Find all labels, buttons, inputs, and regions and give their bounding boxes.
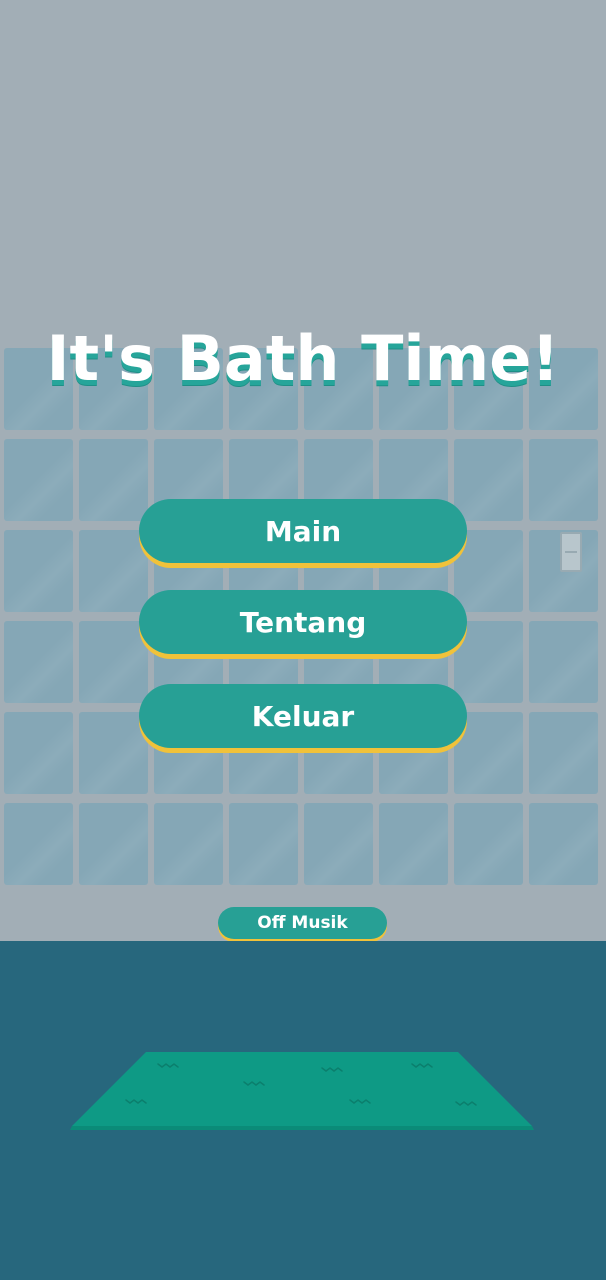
music-toggle-button[interactable]: Off Musik [218, 907, 387, 939]
wall-tile [4, 803, 73, 885]
wall-tile [154, 803, 223, 885]
wall-tile [4, 530, 73, 612]
wall-tile [454, 803, 523, 885]
wall-tile [4, 621, 73, 703]
game-title: It's Bath Time! [46, 322, 560, 395]
wall-tile [79, 439, 148, 521]
wall-tile [4, 439, 73, 521]
light-switch-icon [560, 532, 582, 572]
wall-tile [529, 803, 598, 885]
about-button[interactable]: Tentang [139, 590, 467, 654]
bathroom-scene: It's Bath Time! Main Tentang Keluar Off … [0, 0, 606, 1280]
wall-tile [79, 530, 148, 612]
exit-button[interactable]: Keluar [139, 684, 467, 748]
wall-tile [79, 621, 148, 703]
wall-tile [304, 803, 373, 885]
wall-tile [529, 712, 598, 794]
wall-tile [229, 803, 298, 885]
wall-tile [529, 621, 598, 703]
bath-rug-icon [70, 1052, 534, 1130]
wall-tile [529, 439, 598, 521]
wall-tile [79, 712, 148, 794]
wall-tile [79, 803, 148, 885]
wall-tile [379, 803, 448, 885]
wall-tile [454, 439, 523, 521]
play-button[interactable]: Main [139, 499, 467, 563]
wall-tile [4, 712, 73, 794]
